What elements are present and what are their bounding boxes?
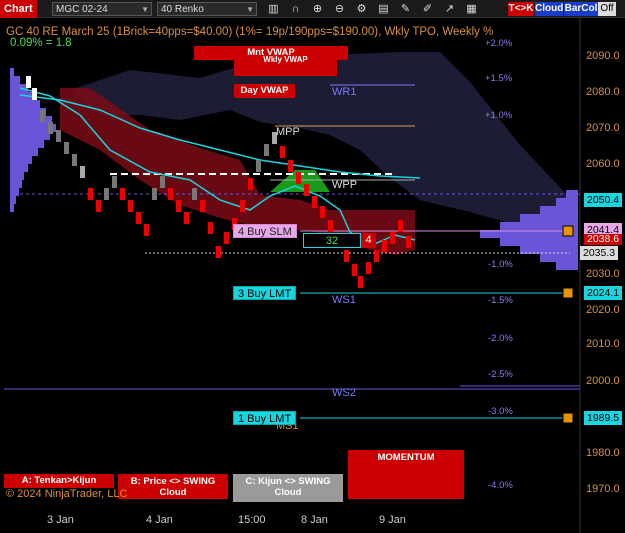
zoom-in-icon[interactable]: ⊕ [310,1,325,17]
price-swing-cloud-button[interactable]: B: Price <> SWING Cloud [118,474,228,499]
price-tick: 2030.0 [586,268,620,280]
tenkan-kijun-button[interactable]: A: Tenkan>Kijun [4,474,114,488]
instrument-selector[interactable]: MGC 02-24 ▼ [52,2,152,16]
price-tick: 2090.0 [586,50,620,62]
zoom-out-icon[interactable]: ⊖ [332,1,347,17]
price-tag-red: 2038.6 [584,234,623,245]
price-tag-last: 2035.3 [580,246,619,260]
bar-type-selector[interactable]: 40 Renko ▼ [157,2,257,16]
kijun-swing-cloud-button[interactable]: C: Kijun <> SWING Cloud [233,474,343,502]
ws2-label: WS2 [332,387,356,399]
price-tag-lmt3: 2024.1 [584,286,623,300]
pct-tick: -1.0% [488,259,513,270]
off-toggle-button[interactable]: Off [598,2,616,16]
price-tick: 2020.0 [586,304,620,316]
x-axis-label: 3 Jan [47,514,74,526]
price-tick: 2000.0 [586,375,620,387]
price-tick: 1980.0 [586,447,620,459]
pct-tick: -4.0% [488,480,513,491]
wr1-label: WR1 [332,86,357,98]
buy-slm-order[interactable]: 4 Buy SLM [233,224,297,238]
price-tick: 2070.0 [586,122,620,134]
price-tag-lmt1: 1989.5 [584,411,623,425]
x-axis-label: 8 Jan [301,514,328,526]
pct-tick: -2.5% [488,369,513,380]
day-vwap-label: Day VWAP [234,84,295,98]
price-tick: 2060.0 [586,158,620,170]
cloud-toggle-button[interactable]: Cloud [535,2,563,16]
copyright-text: © 2024 NinjaTrader, LLC [6,488,128,500]
chevron-down-icon: ▼ [141,5,149,14]
pct-tick: -1.5% [488,295,513,306]
wkly-vwap-label: Wkly VWAP [234,55,337,76]
bar-chart-icon[interactable]: ▥ [266,1,281,17]
window-title: Chart [0,0,37,18]
pct-tick: -3.0% [488,406,513,417]
wpp-label: WPP [332,179,358,191]
instrument-value: MGC 02-24 [56,4,108,15]
position-size-box: 4 [361,233,376,248]
pct-tick: -2.0% [488,333,513,344]
draw-tool-icon[interactable]: ✐ [420,1,435,17]
chart-toolbar: Chart MGC 02-24 ▼ 40 Renko ▼ ▥ ∩ ⊕ ⊖ ⚙ ▤… [0,0,625,18]
bar-type-value: 40 Renko [161,4,204,15]
barcol-toggle-button[interactable]: BarCol [564,2,598,16]
price-tick: 2080.0 [586,86,620,98]
buy-lmt3-order[interactable]: 3 Buy LMT [233,286,297,300]
magnet-icon[interactable]: ∩ [288,1,303,17]
price-tick: 1970.0 [586,483,620,495]
chevron-down-icon: ▼ [246,5,254,14]
chart-pct-line: 0.09% = 1.8 [10,37,72,49]
chart-info-line: GC 40 RE March 25 (1Brick=40pps=$40.00) … [6,26,494,38]
price-tag-cyan: 2050.4 [584,193,623,207]
pct-tick: +1.5% [485,73,513,84]
mpp-label: MPP [276,126,300,138]
x-axis-label: 4 Jan [146,514,173,526]
x-axis-label: 15:00 [238,514,266,526]
chart-canvas [4,18,581,533]
momentum-button[interactable]: MOMENTUM [348,450,464,499]
line-chart-icon[interactable]: ↗ [442,1,457,17]
settings-icon[interactable]: ⚙ [354,1,369,17]
properties-icon[interactable]: ▤ [376,1,391,17]
x-axis-label: 9 Jan [379,514,406,526]
tk-toggle-button[interactable]: T<>K [508,2,534,16]
pct-tick: +2.0% [485,38,513,49]
pct-tick: +1.0% [485,110,513,121]
ws1-label: WS1 [332,294,356,306]
position-qty-box: 32 [303,233,361,248]
buy-lmt1-order[interactable]: 1 Buy LMT [233,411,297,425]
layout-icon[interactable]: ▦ [464,1,479,17]
chart-panel[interactable]: GC 40 RE March 25 (1Brick=40pps=$40.00) … [0,18,625,533]
pencil-icon[interactable]: ✎ [398,1,413,17]
price-tick: 2010.0 [586,338,620,350]
